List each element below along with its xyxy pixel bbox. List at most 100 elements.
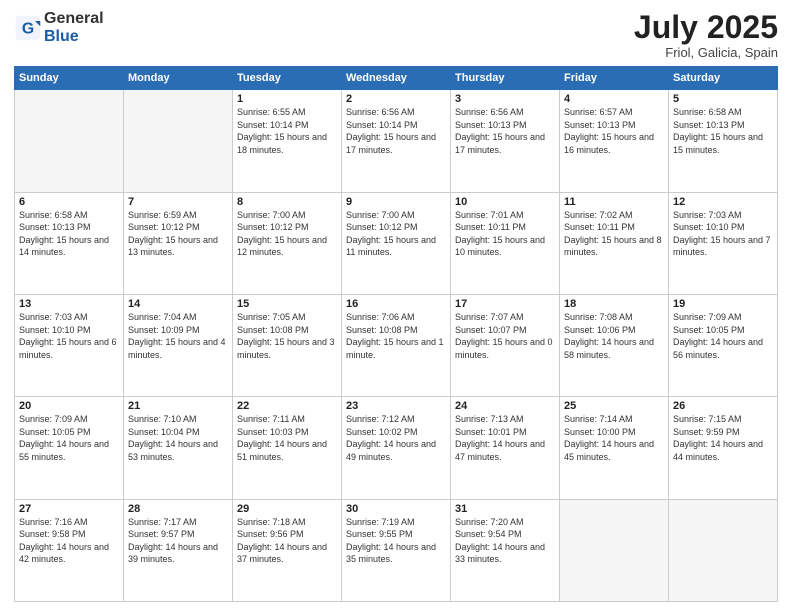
col-thursday: Thursday [451,67,560,90]
month-title: July 2025 [634,10,778,45]
day-number: 26 [673,400,773,412]
day-cell: 16Sunrise: 7:06 AM Sunset: 10:08 PM Dayl… [342,294,451,396]
day-info: Sunrise: 7:08 AM Sunset: 10:06 PM Daylig… [564,311,664,361]
day-cell: 3Sunrise: 6:56 AM Sunset: 10:13 PM Dayli… [451,90,560,192]
svg-text:G: G [22,20,34,37]
day-number: 3 [455,93,555,105]
day-info: Sunrise: 7:05 AM Sunset: 10:08 PM Daylig… [237,311,337,361]
day-number: 20 [19,400,119,412]
week-row-4: 20Sunrise: 7:09 AM Sunset: 10:05 PM Dayl… [15,397,778,499]
day-number: 10 [455,196,555,208]
day-number: 27 [19,503,119,515]
day-info: Sunrise: 7:07 AM Sunset: 10:07 PM Daylig… [455,311,555,361]
day-info: Sunrise: 6:59 AM Sunset: 10:12 PM Daylig… [128,209,228,259]
day-number: 8 [237,196,337,208]
day-number: 2 [346,93,446,105]
day-number: 7 [128,196,228,208]
day-number: 24 [455,400,555,412]
day-number: 12 [673,196,773,208]
day-cell [124,90,233,192]
day-cell: 27Sunrise: 7:16 AM Sunset: 9:58 PM Dayli… [15,499,124,601]
logo-text: General Blue [44,10,104,45]
day-number: 17 [455,298,555,310]
day-cell: 26Sunrise: 7:15 AM Sunset: 9:59 PM Dayli… [669,397,778,499]
day-number: 14 [128,298,228,310]
title-block: July 2025 Friol, Galicia, Spain [634,10,778,60]
day-cell: 28Sunrise: 7:17 AM Sunset: 9:57 PM Dayli… [124,499,233,601]
day-info: Sunrise: 7:03 AM Sunset: 10:10 PM Daylig… [673,209,773,259]
day-number: 13 [19,298,119,310]
day-info: Sunrise: 7:14 AM Sunset: 10:00 PM Daylig… [564,413,664,463]
day-cell: 12Sunrise: 7:03 AM Sunset: 10:10 PM Dayl… [669,192,778,294]
day-number: 16 [346,298,446,310]
day-info: Sunrise: 7:02 AM Sunset: 10:11 PM Daylig… [564,209,664,259]
day-cell: 15Sunrise: 7:05 AM Sunset: 10:08 PM Dayl… [233,294,342,396]
day-number: 19 [673,298,773,310]
day-cell: 5Sunrise: 6:58 AM Sunset: 10:13 PM Dayli… [669,90,778,192]
day-info: Sunrise: 7:00 AM Sunset: 10:12 PM Daylig… [237,209,337,259]
day-cell [15,90,124,192]
day-cell: 21Sunrise: 7:10 AM Sunset: 10:04 PM Dayl… [124,397,233,499]
day-info: Sunrise: 7:18 AM Sunset: 9:56 PM Dayligh… [237,516,337,566]
day-cell: 6Sunrise: 6:58 AM Sunset: 10:13 PM Dayli… [15,192,124,294]
day-number: 31 [455,503,555,515]
week-row-5: 27Sunrise: 7:16 AM Sunset: 9:58 PM Dayli… [15,499,778,601]
day-info: Sunrise: 7:17 AM Sunset: 9:57 PM Dayligh… [128,516,228,566]
day-info: Sunrise: 7:09 AM Sunset: 10:05 PM Daylig… [673,311,773,361]
day-number: 25 [564,400,664,412]
day-info: Sunrise: 7:00 AM Sunset: 10:12 PM Daylig… [346,209,446,259]
col-friday: Friday [560,67,669,90]
day-info: Sunrise: 7:03 AM Sunset: 10:10 PM Daylig… [19,311,119,361]
day-info: Sunrise: 7:15 AM Sunset: 9:59 PM Dayligh… [673,413,773,463]
day-cell: 24Sunrise: 7:13 AM Sunset: 10:01 PM Dayl… [451,397,560,499]
day-number: 5 [673,93,773,105]
day-info: Sunrise: 7:16 AM Sunset: 9:58 PM Dayligh… [19,516,119,566]
day-info: Sunrise: 6:57 AM Sunset: 10:13 PM Daylig… [564,106,664,156]
location: Friol, Galicia, Spain [634,45,778,60]
calendar-table: Sunday Monday Tuesday Wednesday Thursday… [14,66,778,602]
logo-blue-text: Blue [44,28,104,46]
day-cell: 14Sunrise: 7:04 AM Sunset: 10:09 PM Dayl… [124,294,233,396]
day-cell: 29Sunrise: 7:18 AM Sunset: 9:56 PM Dayli… [233,499,342,601]
day-info: Sunrise: 6:56 AM Sunset: 10:13 PM Daylig… [455,106,555,156]
day-info: Sunrise: 7:04 AM Sunset: 10:09 PM Daylig… [128,311,228,361]
day-cell: 20Sunrise: 7:09 AM Sunset: 10:05 PM Dayl… [15,397,124,499]
header: G General Blue July 2025 Friol, Galicia,… [14,10,778,60]
day-cell: 23Sunrise: 7:12 AM Sunset: 10:02 PM Dayl… [342,397,451,499]
calendar-page: G General Blue July 2025 Friol, Galicia,… [0,0,792,612]
day-cell: 11Sunrise: 7:02 AM Sunset: 10:11 PM Dayl… [560,192,669,294]
day-info: Sunrise: 7:09 AM Sunset: 10:05 PM Daylig… [19,413,119,463]
day-cell: 22Sunrise: 7:11 AM Sunset: 10:03 PM Dayl… [233,397,342,499]
day-cell [669,499,778,601]
day-info: Sunrise: 6:55 AM Sunset: 10:14 PM Daylig… [237,106,337,156]
day-cell: 7Sunrise: 6:59 AM Sunset: 10:12 PM Dayli… [124,192,233,294]
day-cell: 25Sunrise: 7:14 AM Sunset: 10:00 PM Dayl… [560,397,669,499]
day-cell: 30Sunrise: 7:19 AM Sunset: 9:55 PM Dayli… [342,499,451,601]
logo-icon: G [14,14,42,42]
day-number: 30 [346,503,446,515]
day-number: 6 [19,196,119,208]
logo: G General Blue [14,10,104,45]
day-info: Sunrise: 7:10 AM Sunset: 10:04 PM Daylig… [128,413,228,463]
day-cell: 18Sunrise: 7:08 AM Sunset: 10:06 PM Dayl… [560,294,669,396]
day-number: 22 [237,400,337,412]
day-info: Sunrise: 7:12 AM Sunset: 10:02 PM Daylig… [346,413,446,463]
col-saturday: Saturday [669,67,778,90]
day-cell: 13Sunrise: 7:03 AM Sunset: 10:10 PM Dayl… [15,294,124,396]
day-cell: 31Sunrise: 7:20 AM Sunset: 9:54 PM Dayli… [451,499,560,601]
day-info: Sunrise: 7:13 AM Sunset: 10:01 PM Daylig… [455,413,555,463]
col-tuesday: Tuesday [233,67,342,90]
day-number: 21 [128,400,228,412]
day-cell: 2Sunrise: 6:56 AM Sunset: 10:14 PM Dayli… [342,90,451,192]
day-info: Sunrise: 7:20 AM Sunset: 9:54 PM Dayligh… [455,516,555,566]
col-wednesday: Wednesday [342,67,451,90]
day-info: Sunrise: 7:01 AM Sunset: 10:11 PM Daylig… [455,209,555,259]
day-cell: 17Sunrise: 7:07 AM Sunset: 10:07 PM Dayl… [451,294,560,396]
col-monday: Monday [124,67,233,90]
day-info: Sunrise: 6:56 AM Sunset: 10:14 PM Daylig… [346,106,446,156]
day-cell: 8Sunrise: 7:00 AM Sunset: 10:12 PM Dayli… [233,192,342,294]
day-info: Sunrise: 6:58 AM Sunset: 10:13 PM Daylig… [19,209,119,259]
day-cell: 4Sunrise: 6:57 AM Sunset: 10:13 PM Dayli… [560,90,669,192]
day-cell: 19Sunrise: 7:09 AM Sunset: 10:05 PM Dayl… [669,294,778,396]
day-cell [560,499,669,601]
